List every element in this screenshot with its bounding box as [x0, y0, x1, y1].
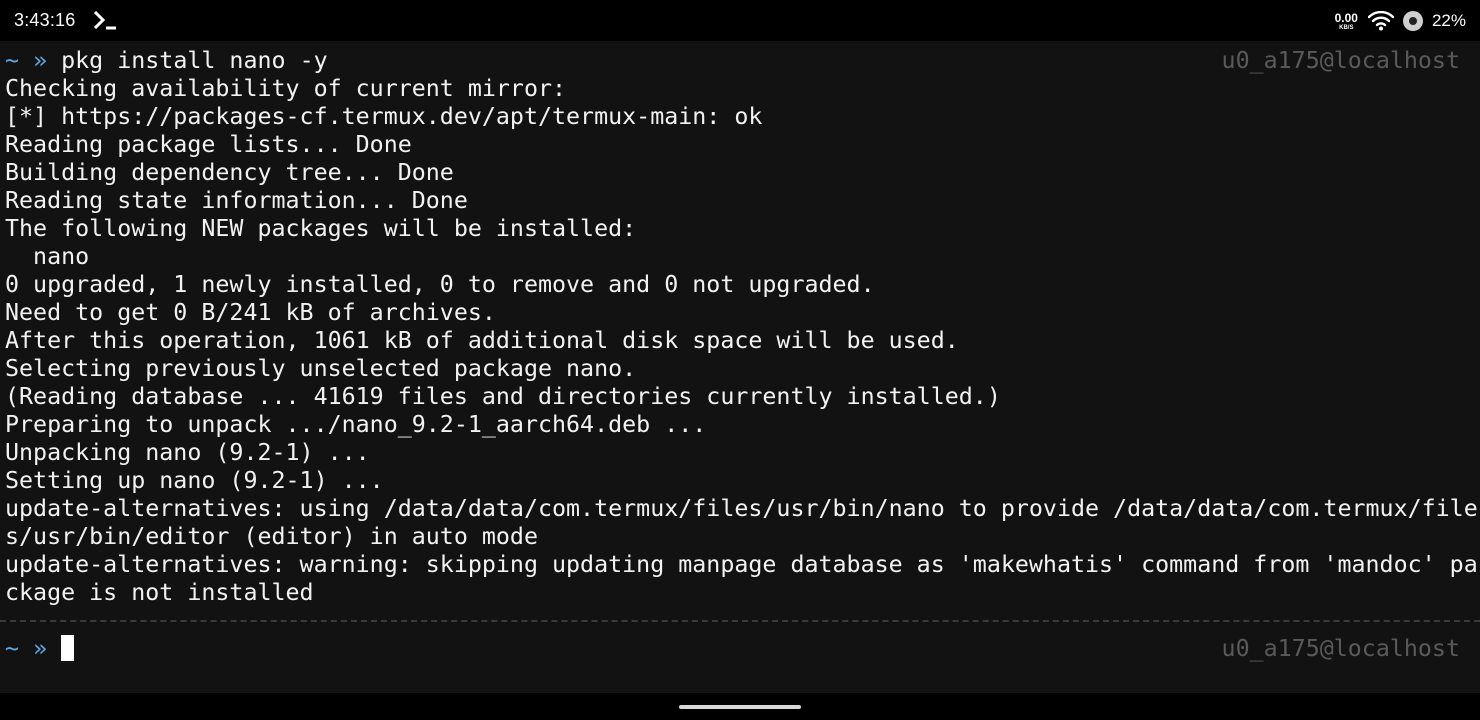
prompt-arrow: »	[33, 635, 48, 662]
output-line: Building dependency tree... Done	[5, 159, 454, 186]
terminal-icon	[93, 10, 116, 30]
output-line: Selecting previously unselected package …	[5, 355, 637, 382]
command-line: ~ » pkg install nano -y	[5, 47, 328, 75]
net-speed-unit: KB/S	[1339, 24, 1354, 31]
output-line: Preparing to unpack .../nano_9.2-1_aarch…	[5, 411, 707, 438]
output-line: Unpacking nano (9.2-1) ...	[5, 439, 370, 466]
output-line: Checking availability of current mirror:	[5, 75, 567, 102]
output-line: Need to get 0 B/241 kB of archives.	[5, 299, 496, 326]
output-line: update-alternatives: using /data/data/co…	[5, 495, 1478, 522]
output-line: s/usr/bin/editor (editor) in auto mode	[5, 523, 538, 550]
command-text: pkg install nano -y	[61, 47, 328, 74]
active-prompt-line[interactable]: ~ »	[5, 635, 75, 663]
output-line: Reading state information... Done	[5, 187, 468, 214]
output-line: (Reading database ... 41619 files and di…	[5, 383, 1001, 410]
prompt-tilde: ~	[5, 47, 20, 74]
status-right-group: 0.00 KB/S 22%	[1335, 8, 1466, 34]
net-speed-indicator: 0.00 KB/S	[1335, 12, 1358, 31]
text-cursor[interactable]	[61, 635, 75, 661]
output-line: After this operation, 1061 kB of additio…	[5, 327, 959, 354]
circle-indicator-icon	[1402, 11, 1423, 31]
status-bar: 3:43:16 0.00 KB/S 22%	[0, 0, 1480, 41]
net-speed-value: 0.00	[1334, 10, 1358, 25]
output-line: The following NEW packages will be insta…	[5, 215, 637, 242]
output-line: 0 upgraded, 1 newly installed, 0 to remo…	[5, 271, 875, 298]
terminal-view[interactable]: ~ » pkg install nano -y u0_a175@localhos…	[0, 41, 1480, 693]
output-line: nano	[5, 243, 90, 270]
output-line: update-alternatives: warning: skipping u…	[5, 551, 1478, 578]
prompt-hostname: u0_a175@localhost	[1221, 47, 1460, 74]
prompt-separator	[0, 620, 1480, 622]
prompt-hostname: u0_a175@localhost	[1221, 635, 1460, 662]
status-time: 3:43:16	[14, 10, 76, 30]
prompt-arrow: »	[33, 47, 48, 74]
navigation-bar	[0, 693, 1480, 720]
gesture-handle[interactable]	[679, 705, 801, 709]
output-line: ckage is not installed	[5, 579, 314, 606]
output-line: [*] https://packages-cf.termux.dev/apt/t…	[5, 103, 763, 130]
output-line: Reading package lists... Done	[5, 131, 412, 158]
wifi-icon	[1367, 11, 1394, 31]
output-line: Setting up nano (9.2-1) ...	[5, 467, 384, 494]
prompt-tilde: ~	[5, 635, 20, 662]
battery-level: 22%	[1431, 11, 1466, 30]
